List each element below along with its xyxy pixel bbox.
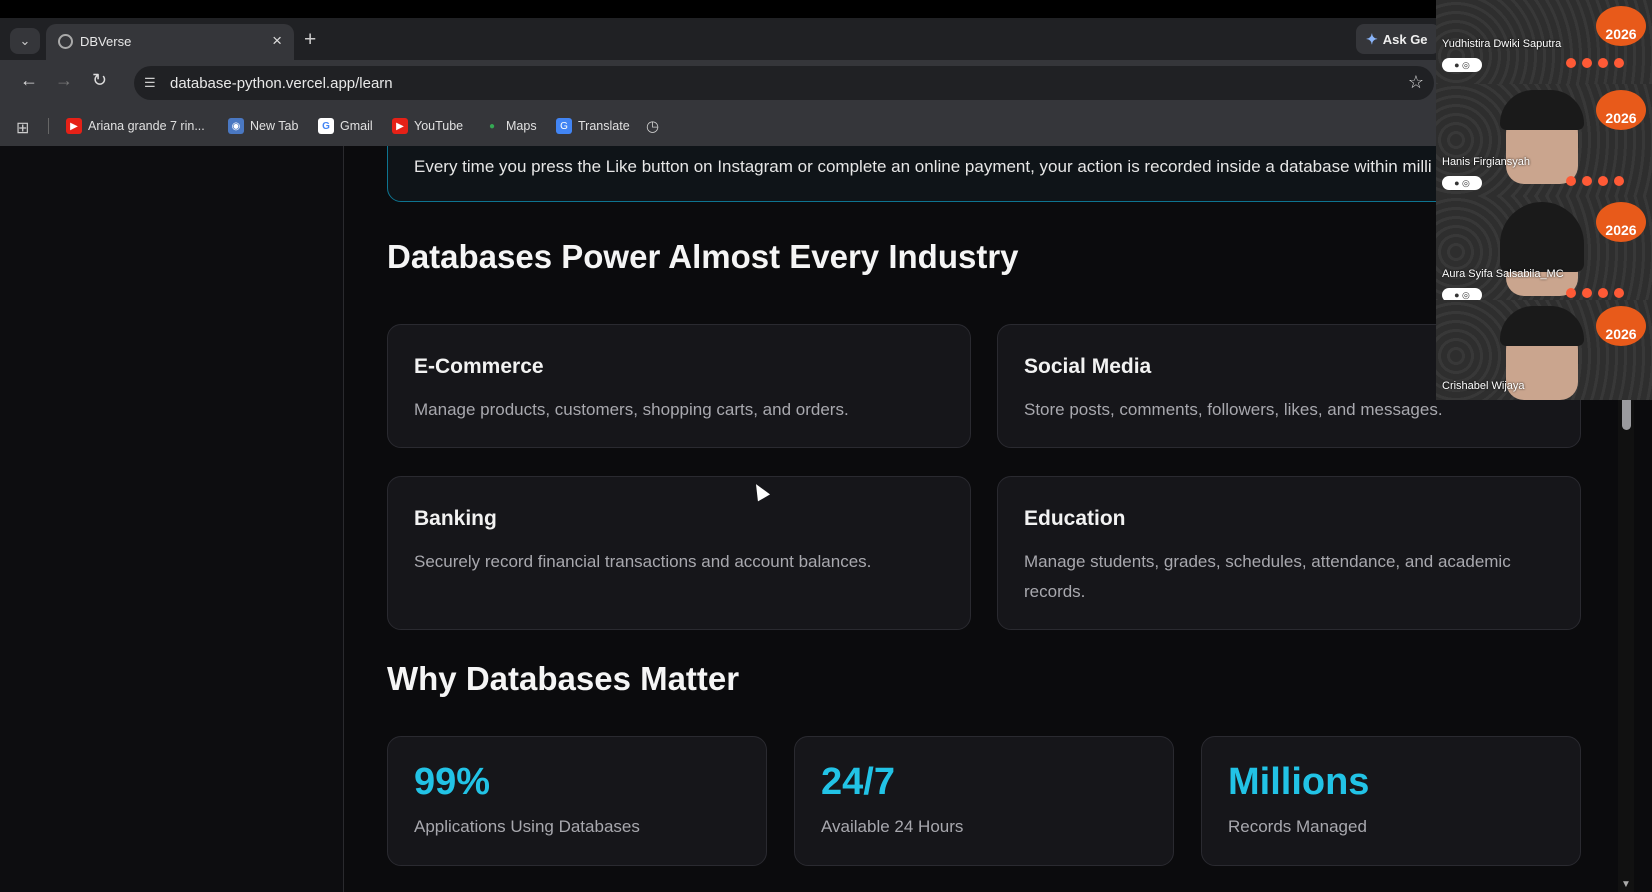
tab-dbverse[interactable]: DBVerse × xyxy=(46,24,294,60)
gemini-icon: ✦ xyxy=(1366,30,1378,47)
stat-card: 99% Applications Using Databases xyxy=(387,736,767,866)
stat-value: 24/7 xyxy=(821,761,895,803)
participant-name: Yudhistira Dwiki Saputra xyxy=(1442,38,1562,50)
browser-toolbar: ← → ↻ ☰ database-python.vercel.app/learn… xyxy=(0,60,1436,106)
stat-card: Millions Records Managed xyxy=(1201,736,1581,866)
maps-icon: ● xyxy=(488,120,496,132)
stat-value: Millions xyxy=(1228,761,1370,803)
history-icon[interactable]: ◷ xyxy=(646,117,659,135)
back-icon[interactable]: ← xyxy=(20,70,38,91)
industry-title: Education xyxy=(1024,507,1126,530)
reaction-dots xyxy=(1566,288,1636,298)
bookmark-label: New Tab xyxy=(250,119,299,133)
ask-gemini-label: Ask Ge xyxy=(1382,31,1428,47)
industry-card: Education Manage students, grades, sched… xyxy=(997,476,1581,630)
bookmark-label: YouTube xyxy=(414,119,464,133)
google-icon: G xyxy=(318,118,334,134)
stat-label: Available 24 Hours xyxy=(821,817,964,836)
video-call-panel: 2026 Yudhistira Dwiki Saputra ● ◎ 2026 H… xyxy=(1436,0,1652,400)
participant-tile[interactable]: 2026 Hanis Firgiansyah ● ◎ xyxy=(1436,84,1652,196)
event-badge: 2026 xyxy=(1596,90,1646,130)
bookmark-star-icon[interactable]: ☆ xyxy=(1408,72,1424,93)
bookmark-label: Ariana grande 7 rin... xyxy=(88,119,205,133)
bookmarks-bar: ⊞ ▶ Ariana grande 7 rin... ◉ New Tab G Gmai… xyxy=(0,106,1436,146)
scroll-down-icon[interactable]: ▼ xyxy=(1621,879,1631,890)
bookmark-new-tab[interactable]: ◉ New Tab xyxy=(228,118,298,134)
participant-name: Aura Syifa Salsabila_MC xyxy=(1442,268,1564,280)
industries-heading: Databases Power Almost Every Industry xyxy=(387,238,1019,275)
participant-name: Hanis Firgiansyah xyxy=(1442,156,1531,168)
ask-gemini-button[interactable]: ✦ Ask Ge xyxy=(1356,24,1440,54)
apps-grid-icon[interactable]: ⊞ xyxy=(16,118,29,138)
industry-card: Banking Securely record financial transa… xyxy=(387,476,971,630)
tab-title: DBVerse xyxy=(80,34,132,49)
bookmark-label: Gmail xyxy=(340,119,373,133)
youtube-icon: ▶ xyxy=(66,118,82,134)
industry-desc: Manage products, customers, shopping car… xyxy=(414,400,849,419)
event-badge: 2026 xyxy=(1596,6,1646,46)
bookmark-ariana[interactable]: ▶ Ariana grande 7 rin... xyxy=(66,118,205,134)
bookmark-translate[interactable]: G Translate xyxy=(556,118,630,134)
audio-status-icon: ● ◎ xyxy=(1442,58,1482,72)
industry-title: Banking xyxy=(414,507,497,530)
stat-value: 99% xyxy=(414,761,491,803)
tab-search-icon[interactable]: ⌄ xyxy=(10,28,40,54)
reaction-dots xyxy=(1566,58,1636,68)
bookmark-label: Maps xyxy=(506,119,537,133)
screen-top-bar xyxy=(0,0,1652,18)
bookmark-label: Translate xyxy=(578,119,630,133)
forward-icon[interactable]: → xyxy=(55,70,73,91)
stat-label: Records Managed xyxy=(1228,817,1367,836)
globe-icon xyxy=(58,34,73,49)
audio-status-icon: ● ◎ xyxy=(1442,176,1482,190)
participant-tile[interactable]: 2026 Aura Syifa Salsabila_MC ● ◎ xyxy=(1436,196,1652,308)
participant-name: Crishabel Wijaya xyxy=(1442,380,1525,392)
youtube-icon: ▶ xyxy=(392,118,408,134)
site-info-icon[interactable]: ☰ xyxy=(144,75,160,91)
industry-desc: Manage students, grades, schedules, atte… xyxy=(1024,552,1511,601)
info-text: Every time you press the Like button on … xyxy=(414,157,1432,176)
reload-icon[interactable]: ↻ xyxy=(92,70,107,91)
stat-card: 24/7 Available 24 Hours xyxy=(794,736,1174,866)
browser-chrome: ⌄ DBVerse × + ✦ Ask Ge ← → ↻ ☰ database-… xyxy=(0,18,1440,146)
address-bar[interactable]: ☰ database-python.vercel.app/learn ☆ xyxy=(134,66,1434,100)
event-badge: 2026 xyxy=(1596,202,1646,242)
bookmark-maps[interactable]: ● Maps xyxy=(484,118,537,134)
translate-icon: G xyxy=(556,118,572,134)
bookmarks-separator xyxy=(48,118,49,134)
bookmark-youtube[interactable]: ▶ YouTube xyxy=(392,118,463,134)
event-badge: 2026 xyxy=(1596,306,1646,346)
new-tab-button[interactable]: + xyxy=(304,28,316,52)
info-callout: Every time you press the Like button on … xyxy=(387,146,1587,202)
industry-desc: Securely record financial transactions a… xyxy=(414,552,872,571)
page-viewport: Every time you press the Like button on … xyxy=(0,146,1652,892)
bookmark-gmail[interactable]: G Gmail xyxy=(318,118,373,134)
left-sidebar xyxy=(0,146,344,892)
why-heading: Why Databases Matter xyxy=(387,660,740,697)
industry-card: E-Commerce Manage products, customers, s… xyxy=(387,324,971,448)
stat-label: Applications Using Databases xyxy=(414,817,640,836)
tab-strip: ⌄ DBVerse × + ✦ Ask Ge xyxy=(0,18,1440,60)
close-tab-icon[interactable]: × xyxy=(272,31,282,51)
participant-tile[interactable]: 2026 Crishabel Wijaya xyxy=(1436,300,1652,400)
industry-title: Social Media xyxy=(1024,355,1152,378)
new-tab-icon: ◉ xyxy=(228,118,244,134)
reaction-dots xyxy=(1566,176,1636,186)
url-text: database-python.vercel.app/learn xyxy=(170,75,393,92)
industry-title: E-Commerce xyxy=(414,355,544,378)
